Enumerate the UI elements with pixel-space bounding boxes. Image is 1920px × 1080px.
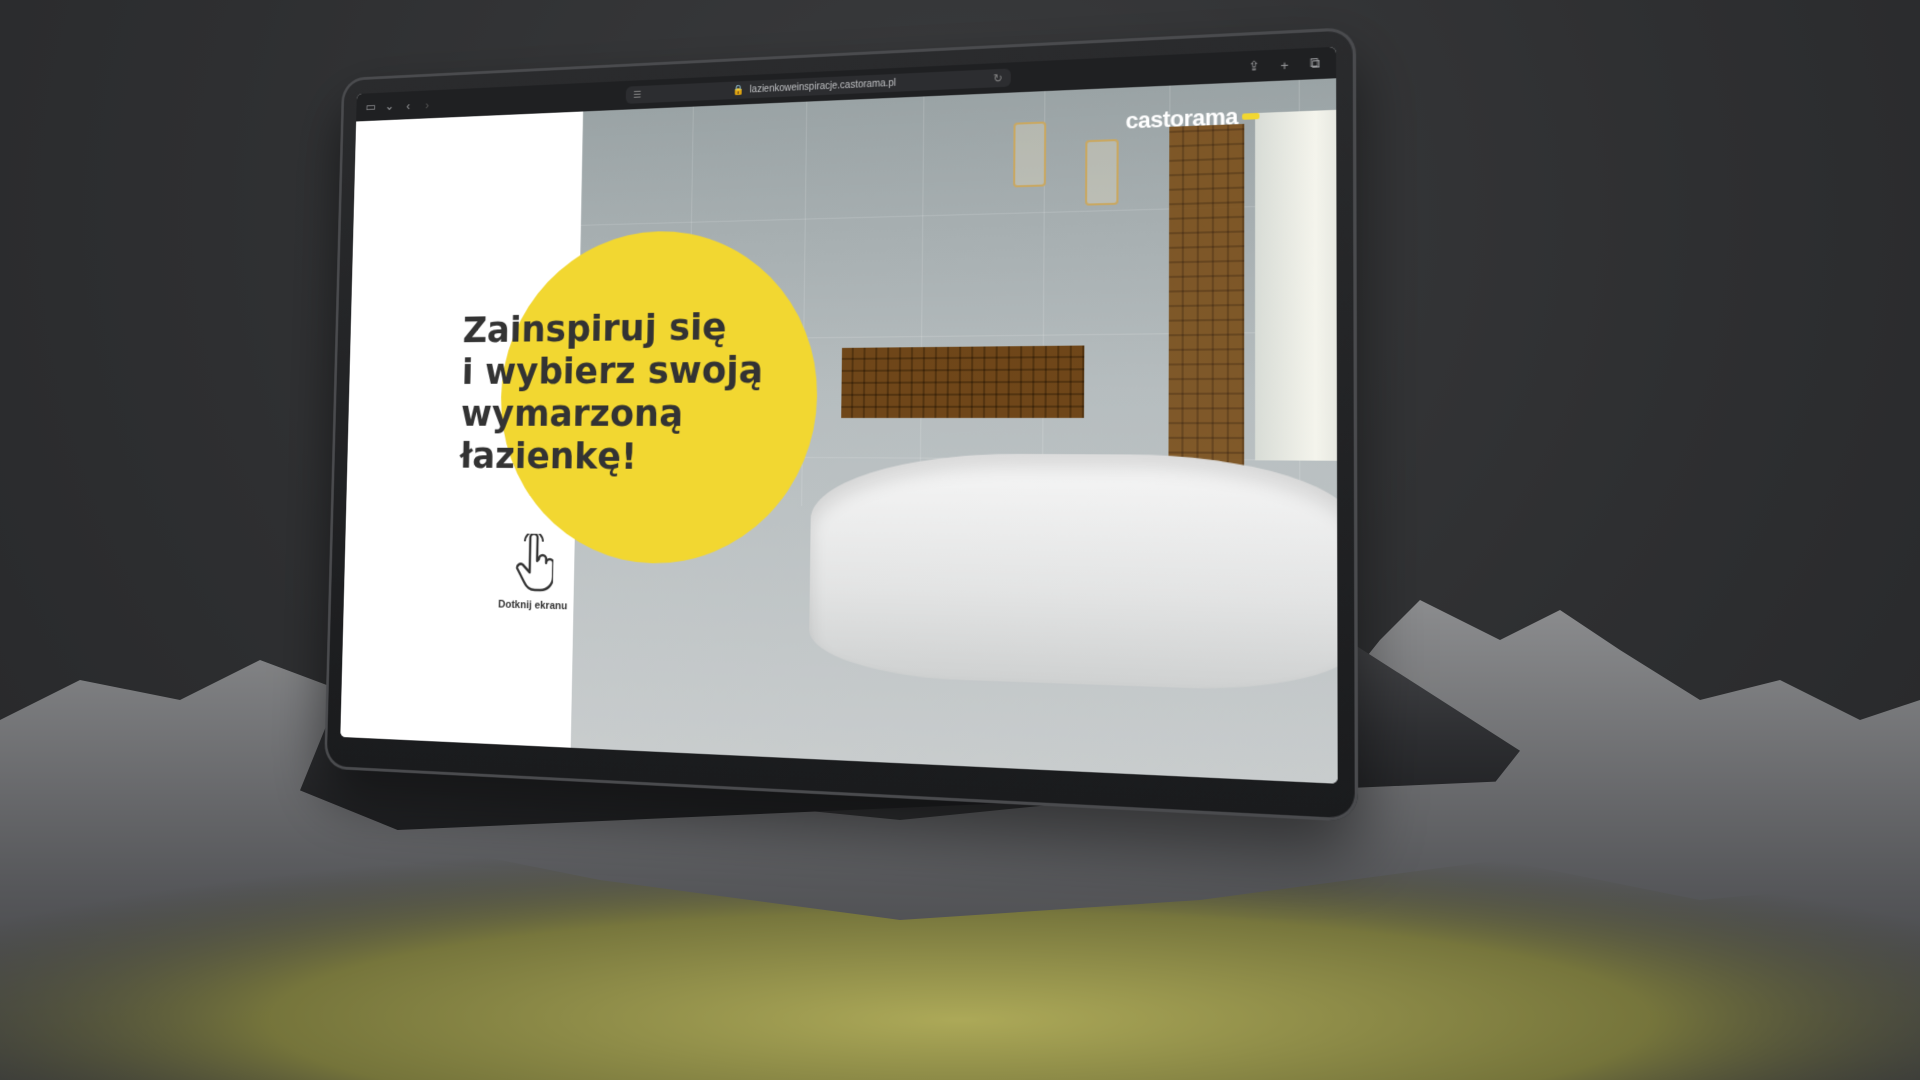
hand-pointer-icon bbox=[513, 533, 554, 592]
tabs-icon[interactable]: ⧉ bbox=[1303, 51, 1327, 75]
page-content[interactable]: castorama Zainspiruj się i wybierz swoją… bbox=[340, 78, 1338, 784]
sidebar-icon[interactable]: ▭ bbox=[361, 96, 380, 117]
laptop-screen: ▭ ⌄ ‹ › ☰ 🔒 lazienkoweinspiracje.castora… bbox=[340, 46, 1338, 784]
lock-icon: 🔒 bbox=[732, 84, 745, 96]
back-icon[interactable]: ‹ bbox=[399, 95, 418, 116]
url-text: lazienkoweinspiracje.castorama.pl bbox=[749, 77, 897, 95]
bathtub bbox=[808, 452, 1338, 694]
laptop-lid: ▭ ⌄ ‹ › ☰ 🔒 lazienkoweinspiracje.castora… bbox=[324, 26, 1359, 823]
chevron-down-icon[interactable]: ⌄ bbox=[380, 96, 399, 117]
castorama-logo[interactable]: castorama bbox=[1125, 102, 1260, 134]
reload-icon[interactable]: ↻ bbox=[993, 71, 1002, 84]
reader-icon[interactable]: ☰ bbox=[633, 89, 641, 100]
headline-line-3: wymarzoną bbox=[460, 391, 684, 435]
forward-icon[interactable]: › bbox=[418, 94, 437, 115]
headline-line-1: Zainspiruj się bbox=[462, 304, 727, 351]
share-icon[interactable]: ⇪ bbox=[1242, 54, 1266, 78]
headline-line-4: łazienkę! bbox=[459, 434, 638, 478]
touch-label: Dotknij ekranu bbox=[498, 598, 568, 613]
page-headline: Zainspiruj się i wybierz swoją wymarzoną… bbox=[460, 303, 814, 479]
touch-screen-prompt[interactable]: Dotknij ekranu bbox=[483, 533, 584, 613]
headline-line-2: i wybierz swoją bbox=[461, 347, 764, 393]
new-tab-icon[interactable]: + bbox=[1272, 53, 1296, 77]
